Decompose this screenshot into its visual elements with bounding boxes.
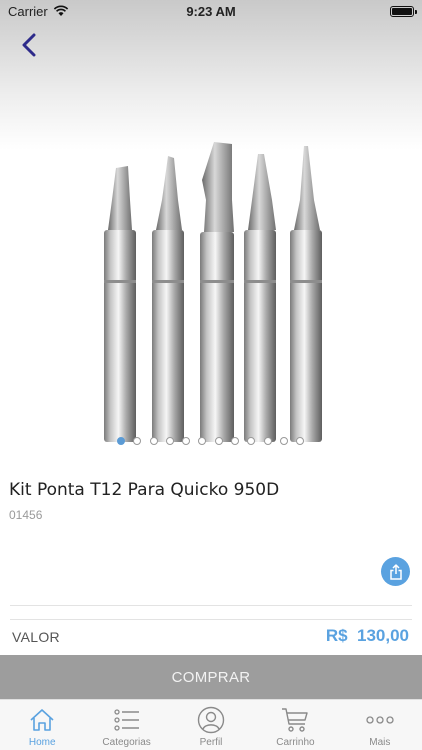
tab-categorias[interactable]: Categorias bbox=[84, 700, 168, 750]
carousel-dot[interactable] bbox=[296, 437, 305, 445]
product-title: Kit Ponta T12 Para Quicko 950D bbox=[9, 480, 280, 500]
back-button[interactable] bbox=[14, 30, 44, 60]
tab-carrinho[interactable]: Carrinho bbox=[253, 700, 337, 750]
tip-5 bbox=[290, 146, 322, 442]
buy-button[interactable]: COMPRAR bbox=[0, 655, 422, 699]
tab-label: Home bbox=[28, 737, 56, 748]
tip-4 bbox=[244, 154, 276, 442]
tip-1 bbox=[104, 166, 136, 442]
share-button[interactable] bbox=[381, 557, 410, 586]
user-icon bbox=[197, 706, 225, 734]
wifi-icon bbox=[53, 5, 68, 16]
carousel-dot[interactable] bbox=[279, 437, 288, 445]
product-code: 01456 bbox=[9, 508, 43, 522]
price-value: R$ 130,00 bbox=[325, 626, 409, 645]
carousel-dot[interactable] bbox=[231, 437, 240, 445]
tab-mais[interactable]: Mais bbox=[338, 700, 422, 750]
tab-label: Carrinho bbox=[276, 737, 315, 748]
carrier-label: Carrier bbox=[8, 3, 48, 19]
product-image[interactable] bbox=[86, 140, 340, 444]
carousel-dots bbox=[117, 437, 305, 445]
carousel-dot[interactable] bbox=[117, 437, 125, 445]
status-bar: Carrier 9:23 AM bbox=[0, 0, 422, 22]
list-icon bbox=[113, 709, 139, 731]
carousel-dot[interactable] bbox=[149, 437, 158, 445]
carousel-dot[interactable] bbox=[133, 437, 142, 445]
battery-icon bbox=[390, 5, 417, 17]
tip-3 bbox=[200, 142, 234, 442]
carousel-dot[interactable] bbox=[182, 437, 191, 445]
tab-label: Categorias bbox=[102, 737, 151, 748]
tab-label: Mais bbox=[369, 737, 391, 748]
carousel-dot[interactable] bbox=[247, 437, 256, 445]
carousel-dot[interactable] bbox=[165, 437, 174, 445]
carousel-dot[interactable] bbox=[214, 437, 223, 445]
tab-bar: Home Categorias Perfil Carrinho Mais bbox=[0, 699, 422, 750]
tab-home[interactable]: Home bbox=[0, 700, 84, 750]
cart-icon bbox=[282, 708, 309, 732]
share-icon bbox=[389, 563, 402, 580]
product-hero bbox=[0, 0, 422, 455]
more-icon bbox=[366, 716, 394, 724]
carousel-dot[interactable] bbox=[263, 437, 272, 445]
tip-2 bbox=[152, 156, 184, 442]
home-icon bbox=[30, 709, 54, 731]
carousel-dot[interactable] bbox=[198, 437, 207, 445]
price-label: VALOR bbox=[12, 629, 60, 645]
tab-perfil[interactable]: Perfil bbox=[169, 700, 253, 750]
divider bbox=[10, 605, 412, 606]
chevron-left-icon bbox=[22, 33, 36, 57]
divider bbox=[10, 619, 412, 620]
tab-label: Perfil bbox=[199, 737, 223, 748]
